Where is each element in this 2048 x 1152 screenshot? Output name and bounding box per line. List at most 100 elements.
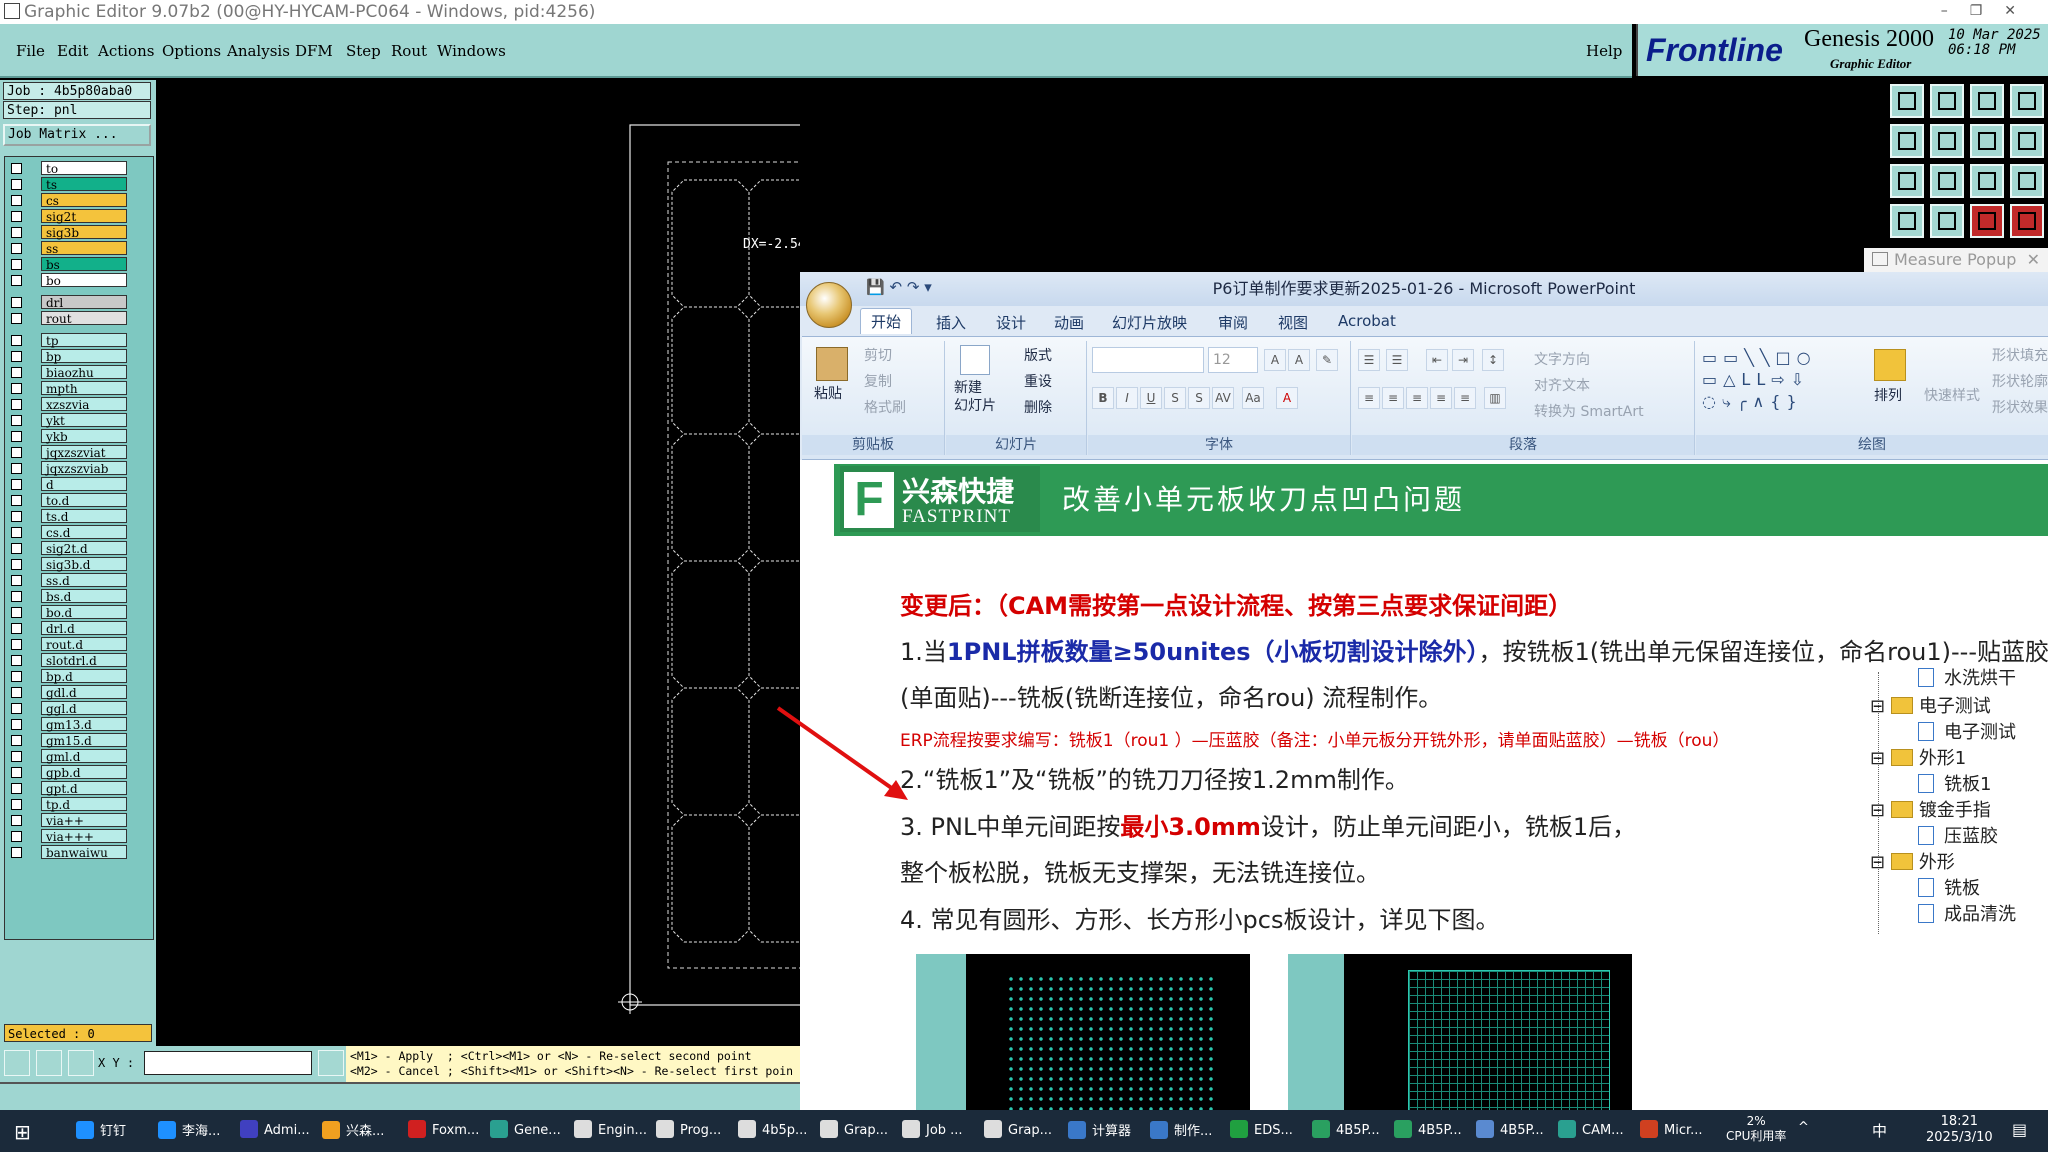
taskbar-item[interactable]: 4B5P... [1312,1120,1380,1138]
layer-checkbox[interactable] [11,463,22,474]
layer-checkbox[interactable] [11,767,22,778]
align-text-button[interactable]: 对齐文本 [1534,375,1590,395]
layer-checkbox[interactable] [11,591,22,602]
measure-icon[interactable] [36,1050,62,1076]
layer-row-ykb[interactable]: ykb [5,429,153,444]
layout-icon[interactable] [2010,84,2044,118]
layer-checkbox[interactable] [11,195,22,206]
layer-row-ts[interactable]: ts [5,177,153,192]
menu-actions[interactable]: Actions [98,42,154,60]
layer-row-gpt-d[interactable]: gpt.d [5,781,153,796]
layer-name[interactable]: via+++ [41,829,127,844]
zoom-page-icon[interactable] [1930,84,1964,118]
tab-review[interactable]: 审阅 [1218,312,1248,333]
layer-checkbox[interactable] [11,415,22,426]
layer-checkbox[interactable] [11,719,22,730]
taskbar-item[interactable]: 制作... [1150,1120,1212,1139]
home-icon[interactable] [1970,84,2004,118]
tab-design[interactable]: 设计 [996,312,1026,333]
menu-help[interactable]: Help [1586,42,1622,60]
layer-checkbox[interactable] [11,783,22,794]
layer-name[interactable]: gpb.d [41,765,127,780]
taskbar-item[interactable]: Gene... [490,1120,561,1138]
layer-row-via---[interactable]: via+++ [5,829,153,844]
layer-row-ts-d[interactable]: ts.d [5,509,153,524]
graphic-canvas[interactable]: DX=-2.54,DY=-13.029015,D=13.27429 [156,80,800,1046]
layer-checkbox[interactable] [11,399,22,410]
format-painter-button[interactable]: 格式刷 [864,397,906,417]
filter-red-icon[interactable] [1970,204,2004,238]
taskbar-item[interactable]: Prog... [656,1120,721,1138]
menu-rout[interactable]: Rout [391,42,427,60]
taskbar-item[interactable]: Micr... [1640,1120,1703,1138]
layer-name[interactable]: gm13.d [41,717,127,732]
layer-checkbox[interactable] [11,527,22,538]
zoom-home-icon[interactable] [1890,84,1924,118]
bullets-icon[interactable]: ☰ [1358,349,1380,371]
taskbar-item[interactable]: CAM... [1558,1120,1624,1138]
layer-row-ykt[interactable]: ykt [5,413,153,428]
layer-row-rout[interactable]: rout [5,311,153,326]
line-spacing-icon[interactable]: ↕ [1482,349,1504,371]
layer-name[interactable]: ykb [41,429,127,444]
layer-checkbox[interactable] [11,543,22,554]
menu-options[interactable]: Options [162,42,221,60]
layer-checkbox[interactable] [11,383,22,394]
layer-row-bs-d[interactable]: bs.d [5,589,153,604]
notification-icon[interactable]: ▤ [2012,1120,2027,1139]
taskbar-item[interactable]: Grap... [820,1120,888,1138]
layer-row-rout-d[interactable]: rout.d [5,637,153,652]
layer-row-bp[interactable]: bp [5,349,153,364]
cut-button[interactable]: 剪切 [864,345,892,365]
quick-styles-button[interactable]: 快速样式 [1924,385,1980,405]
job-matrix-button[interactable]: Job Matrix ... [3,124,151,146]
layer-checkbox[interactable] [11,227,22,238]
paste-button[interactable]: 粘贴 [814,383,842,403]
layer-checkbox[interactable] [11,297,22,308]
save-icon[interactable]: 💾 [866,278,885,296]
layer-name[interactable]: biaozhu [41,365,127,380]
layer-row-mpth[interactable]: mpth [5,381,153,396]
ime-indicator[interactable]: 中 [1872,1120,1887,1141]
layer-checkbox[interactable] [11,687,22,698]
help-icon[interactable] [2010,164,2044,198]
close-icon[interactable]: ✕ [2027,248,2040,272]
layer-row-bs[interactable]: bs [5,257,153,272]
justify-icon[interactable]: ≡ [1430,387,1452,409]
layer-row-gml-d[interactable]: gml.d [5,749,153,764]
layer-name[interactable]: jqxzszviat [41,445,127,460]
layer-name[interactable]: bo.d [41,605,127,620]
tab-insert[interactable]: 插入 [936,312,966,333]
layer-checkbox[interactable] [11,703,22,714]
reset-button[interactable]: 重设 [1024,371,1052,391]
layer-checkbox[interactable] [11,831,22,842]
customize-icon[interactable]: ▾ [924,278,932,296]
layer-name[interactable]: sig2t.d [41,541,127,556]
layer-name[interactable]: sig2t [41,209,127,224]
layer-row-cs-d[interactable]: cs.d [5,525,153,540]
layer-checkbox[interactable] [11,367,22,378]
tab-slideshow[interactable]: 幻灯片放映 [1112,312,1187,333]
layer-row-gdl-d[interactable]: gdl.d [5,685,153,700]
layer-name[interactable]: gpt.d [41,781,127,796]
layer-row-via--[interactable]: via++ [5,813,153,828]
tab-home[interactable]: 开始 [860,308,913,334]
shapes-gallery[interactable]: ▭▭╲╲□○ ▭△ᒪᒪ⇨⇩ ◌⤷╭∧{} [1702,347,1862,417]
layer-checkbox[interactable] [11,179,22,190]
shape-fill-button[interactable]: 形状填充 [1992,345,2048,365]
layer-checkbox[interactable] [11,163,22,174]
layer-name[interactable]: jqxzszviab [41,461,127,476]
layer-checkbox[interactable] [11,655,22,666]
copy-button[interactable]: 复制 [864,371,892,391]
layer-row-jqxzszviat[interactable]: jqxzszviat [5,445,153,460]
layer-name[interactable]: cs.d [41,525,127,540]
layer-row-banwaiwu[interactable]: banwaiwu [5,845,153,860]
indent-increase-icon[interactable]: ⇥ [1452,349,1474,371]
layer-row-tp[interactable]: tp [5,333,153,348]
xy-input[interactable] [144,1051,312,1075]
columns-icon[interactable]: ▥ [1484,387,1506,409]
layer-row-ss-d[interactable]: ss.d [5,573,153,588]
menu-dfm[interactable]: DFM [295,42,333,60]
new-slide-icon[interactable] [960,345,990,375]
fit-icon[interactable] [1970,124,2004,158]
